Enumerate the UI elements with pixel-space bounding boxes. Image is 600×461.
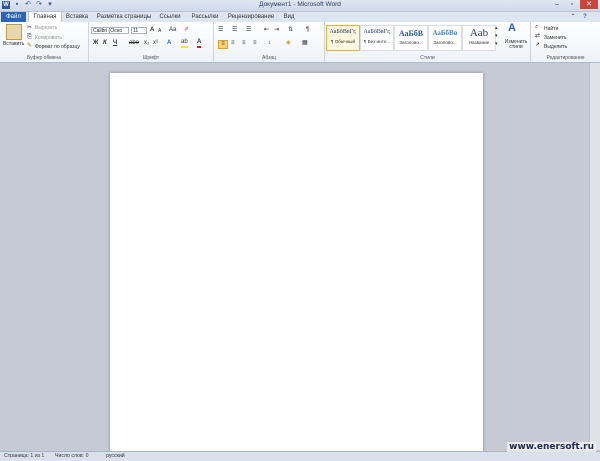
tab-file[interactable]: Файл	[1, 12, 26, 22]
window-title: Документ1 - Microsoft Word	[259, 1, 341, 8]
vertical-scrollbar[interactable]	[589, 63, 600, 450]
ribbon-minimize-icon[interactable]: ⌃	[568, 12, 578, 22]
cut-button[interactable]: Вырезать	[35, 25, 57, 31]
close-icon[interactable]: ✕	[580, 0, 598, 9]
italic-icon[interactable]: К	[103, 40, 107, 47]
change-styles-icon[interactable]: A	[508, 23, 516, 34]
watermark: www.enersoft.ru	[507, 442, 596, 452]
superscript-icon[interactable]: x²	[153, 40, 158, 47]
copy-icon[interactable]: ⎘	[27, 34, 32, 41]
ribbon-home: Вставить ✂ Вырезать ⎘ Копировать ✎ Форма…	[0, 22, 600, 63]
change-styles-button[interactable]: Изменить стили	[503, 40, 529, 50]
group-editing: ⌕ Найти ⇄ Заменить ➚ Выделить Редактиров…	[531, 22, 600, 62]
show-formatting-icon[interactable]: ¶	[306, 27, 309, 34]
group-clipboard: Вставить ✂ Вырезать ⎘ Копировать ✎ Форма…	[0, 22, 89, 62]
line-spacing-icon[interactable]: ↕	[268, 40, 271, 47]
shading-icon[interactable]: ◈	[286, 40, 291, 47]
font-name-combo[interactable]: Calibri (Осно	[91, 27, 129, 34]
format-painter-button[interactable]: Формат по образцу	[35, 44, 80, 50]
justify-icon[interactable]: ≡	[253, 40, 257, 47]
title-bar: W ▪ ↶ ↷ ▾ Документ1 - Microsoft Word – ▫…	[0, 0, 600, 12]
find-icon[interactable]: ⌕	[535, 24, 538, 31]
tab-review[interactable]: Рецензирование	[226, 12, 276, 22]
clear-formatting-icon[interactable]: ✐	[184, 27, 189, 34]
tab-page-layout[interactable]: Разметка страницы	[95, 12, 153, 22]
group-styles: АаБбВвГг, ¶ Обычный АаБбВвГг, ¶ Без инте…	[325, 22, 531, 62]
font-size-combo[interactable]: 11	[131, 27, 147, 34]
paste-icon[interactable]	[6, 24, 22, 40]
styles-more-icon[interactable]: ▾	[495, 41, 498, 48]
subscript-icon[interactable]: x₂	[144, 40, 149, 47]
copy-button[interactable]: Копировать	[35, 35, 62, 41]
minimize-icon[interactable]: –	[550, 0, 564, 9]
change-case-icon[interactable]: Aa	[169, 27, 176, 34]
multilevel-list-icon[interactable]: ☰	[246, 27, 251, 34]
tab-view[interactable]: Вид	[280, 12, 298, 22]
tab-mailings[interactable]: Рассылки	[188, 12, 222, 22]
styles-scroll-up-icon[interactable]: ▴	[495, 25, 498, 32]
tab-insert[interactable]: Вставка	[62, 12, 92, 22]
window-controls: – ▫ ✕	[550, 0, 598, 9]
select-button[interactable]: Выделить	[544, 44, 567, 50]
group-label-editing: Редактирование	[546, 55, 585, 61]
text-effects-icon[interactable]: A	[167, 40, 171, 47]
increase-indent-icon[interactable]: ⇥	[274, 27, 279, 34]
select-icon[interactable]: ➚	[535, 42, 540, 49]
format-painter-icon[interactable]: ✎	[27, 43, 32, 50]
highlight-color-icon[interactable]: ab	[181, 39, 188, 48]
find-button[interactable]: Найти	[544, 26, 558, 32]
cut-icon[interactable]: ✂	[27, 25, 32, 32]
sort-icon[interactable]: ⇅	[288, 27, 293, 34]
grow-font-icon[interactable]: A	[150, 27, 154, 34]
font-color-icon[interactable]: A	[197, 39, 202, 48]
paste-button[interactable]: Вставить	[3, 41, 24, 47]
shrink-font-icon[interactable]: A	[158, 28, 161, 35]
group-font: Calibri (Осно 11 A A Aa ✐ Ж К Ч abe x₂ x…	[89, 22, 214, 62]
style-heading-1[interactable]: АаБбВ Заголово...	[394, 25, 428, 51]
tab-references[interactable]: Ссылки	[156, 12, 184, 22]
style-no-spacing[interactable]: АаБбВвГг, ¶ Без инте...	[360, 25, 394, 51]
group-label-styles: Стили	[420, 55, 435, 61]
strikethrough-icon[interactable]: abe	[129, 40, 139, 47]
decrease-indent-icon[interactable]: ⇤	[264, 27, 269, 34]
style-normal[interactable]: АаБбВвГг, ¶ Обычный	[326, 25, 360, 51]
styles-scroll-down-icon[interactable]: ▾	[495, 33, 498, 40]
document-page[interactable]	[110, 73, 483, 454]
align-center-icon[interactable]: ≡	[231, 40, 235, 47]
align-right-icon[interactable]: ≡	[242, 40, 246, 47]
underline-icon[interactable]: Ч	[113, 40, 117, 47]
group-paragraph: ☰ ☰ ☰ ⇤ ⇥ ⇅ ¶ ≡ ≡ ≡ ≡ ↕ ◈ ▦ Абзац	[214, 22, 325, 62]
align-left-icon[interactable]: ≡	[218, 40, 228, 49]
style-title[interactable]: Aab Название	[462, 25, 496, 51]
borders-icon[interactable]: ▦	[302, 40, 308, 47]
replace-button[interactable]: Заменить	[544, 35, 566, 41]
replace-icon[interactable]: ⇄	[535, 33, 540, 40]
ribbon-tabs: Файл Главная Вставка Разметка страницы С…	[0, 11, 600, 23]
bullets-icon[interactable]: ☰	[218, 27, 223, 34]
help-icon[interactable]: ?	[580, 12, 590, 22]
group-label-font: Шрифт	[142, 55, 160, 61]
group-label-clipboard: Буфер обмена	[27, 55, 61, 61]
style-heading-2[interactable]: АаБбВв Заголово...	[428, 25, 462, 51]
bold-icon[interactable]: Ж	[93, 40, 98, 47]
numbering-icon[interactable]: ☰	[232, 27, 237, 34]
maximize-icon[interactable]: ▫	[565, 0, 579, 9]
group-label-paragraph: Абзац	[261, 55, 277, 61]
